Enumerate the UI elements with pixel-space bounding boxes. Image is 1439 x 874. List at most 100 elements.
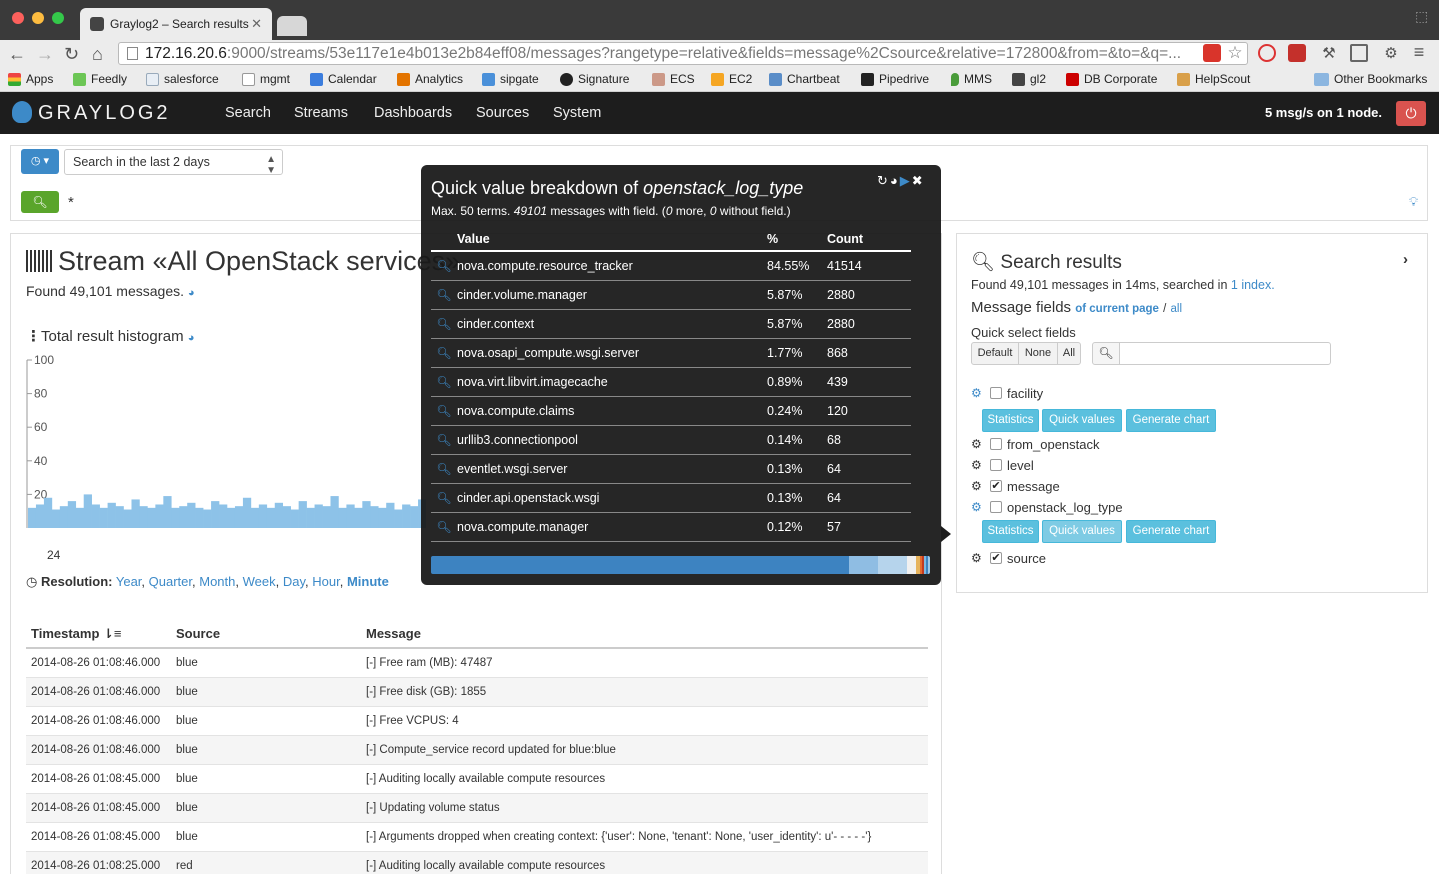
histogram-bar[interactable] bbox=[155, 504, 164, 528]
fields-all-link[interactable]: all bbox=[1171, 303, 1183, 315]
collapse-sidebar-chevron-icon[interactable]: › bbox=[1403, 251, 1408, 268]
histogram-bar[interactable] bbox=[234, 506, 244, 528]
field-message[interactable]: ⚙ ✔ message bbox=[971, 477, 1060, 495]
histogram-bar[interactable] bbox=[83, 494, 92, 528]
histogram-bar[interactable] bbox=[242, 497, 252, 528]
bookmark-ec2[interactable]: EC2 bbox=[711, 72, 752, 86]
histogram-bar[interactable] bbox=[378, 507, 387, 528]
close-window-button[interactable] bbox=[12, 12, 24, 24]
histogram-bar[interactable] bbox=[362, 501, 371, 528]
histogram-bar[interactable] bbox=[99, 507, 108, 528]
bookmark-pipedrive[interactable]: Pipedrive bbox=[861, 72, 929, 86]
histogram-bar[interactable] bbox=[386, 502, 395, 528]
table-row[interactable]: 2014-08-26 01:08:46.000 blue [-] Free disk… bbox=[26, 677, 928, 707]
star-bookmark-icon[interactable]: ☆ bbox=[1226, 44, 1244, 62]
histogram-bar[interactable] bbox=[51, 509, 61, 528]
flash-extension-icon[interactable] bbox=[1203, 44, 1221, 62]
back-arrow-icon[interactable]: ← bbox=[8, 44, 26, 64]
nav-dashboards[interactable]: Dashboards bbox=[374, 105, 452, 121]
search-value-icon[interactable]: 🔍︎ bbox=[431, 309, 457, 339]
quick-values-button[interactable]: Quick values bbox=[1042, 409, 1122, 432]
table-row[interactable]: 2014-08-26 01:08:45.000 blue [-] Arguments… bbox=[26, 822, 928, 852]
nav-sources[interactable]: Sources bbox=[476, 105, 529, 121]
relative-range-select[interactable]: Search in the last 2 days ▲ ▼ bbox=[64, 149, 283, 176]
search-value-icon[interactable]: 🔍︎ bbox=[431, 454, 457, 484]
logout-power-button[interactable]: ⏻ bbox=[1396, 101, 1426, 126]
table-row[interactable]: 2014-08-26 01:08:45.000 blue [-] Updating … bbox=[26, 793, 928, 823]
histogram-bar[interactable] bbox=[123, 509, 132, 528]
field-checkbox[interactable] bbox=[990, 438, 1002, 450]
dashboard-icon[interactable]: ◕ bbox=[890, 173, 900, 188]
resolution-hour[interactable]: Hour bbox=[312, 574, 339, 589]
sort-icon[interactable]: ⇂≡ bbox=[103, 626, 121, 641]
quick-value-bar-segment[interactable] bbox=[906, 556, 916, 574]
histogram-bar[interactable] bbox=[115, 506, 124, 528]
histogram-bar[interactable] bbox=[163, 496, 172, 528]
resolution-quarter[interactable]: Quarter bbox=[149, 574, 192, 589]
histogram-bar[interactable] bbox=[282, 506, 291, 528]
field-checkbox[interactable] bbox=[990, 459, 1002, 471]
gear-icon[interactable]: ⚙ bbox=[971, 458, 983, 472]
quick-value-bar-segment[interactable] bbox=[877, 556, 907, 574]
col-timestamp[interactable]: Timestamp ⇂≡ bbox=[26, 620, 171, 649]
text-extension-icon[interactable] bbox=[1288, 44, 1306, 62]
histogram-bar[interactable] bbox=[306, 507, 315, 528]
quick-value-bar-segment[interactable] bbox=[431, 556, 849, 574]
quick-value-row[interactable]: 🔍︎ cinder.context 5.87% 2880 bbox=[431, 309, 911, 339]
gear-icon[interactable]: ⚙ bbox=[971, 479, 983, 493]
bookmark-mms[interactable]: MMS bbox=[951, 72, 992, 86]
quick-value-row[interactable]: 🔍︎ nova.compute.resource_tracker 84.55% 415… bbox=[431, 251, 911, 281]
profile-icon[interactable]: ⬚ bbox=[1415, 8, 1431, 24]
fields-current-page-link[interactable]: of current page bbox=[1075, 303, 1159, 315]
field-filter-input[interactable] bbox=[1119, 342, 1331, 365]
browser-tab-active[interactable]: Graylog2 – Search results ✕ bbox=[80, 8, 272, 40]
histogram-bar[interactable] bbox=[258, 504, 268, 528]
generate-chart-button[interactable]: Generate chart bbox=[1126, 520, 1216, 543]
histogram-bar[interactable] bbox=[298, 501, 307, 528]
histogram-bar[interactable] bbox=[370, 506, 379, 528]
histogram-bar[interactable] bbox=[250, 507, 260, 528]
bookmark-db-corporate[interactable]: DB Corporate bbox=[1066, 72, 1157, 86]
forward-arrow-icon[interactable]: → bbox=[36, 44, 54, 64]
resolution-year[interactable]: Year bbox=[116, 574, 142, 589]
field-checkbox[interactable] bbox=[990, 501, 1002, 513]
histogram-bar[interactable] bbox=[330, 496, 339, 528]
histogram-bar[interactable] bbox=[75, 507, 85, 528]
nav-search[interactable]: Search bbox=[225, 105, 271, 121]
bookmark-feedly[interactable]: Feedly bbox=[73, 72, 127, 86]
resolution-month[interactable]: Month bbox=[199, 574, 235, 589]
field-checkbox[interactable]: ✔ bbox=[990, 480, 1002, 492]
quick-value-row[interactable]: 🔍︎ nova.compute.manager 0.12% 57 bbox=[431, 512, 911, 542]
quick-value-row[interactable]: 🔍︎ cinder.api.openstack.wsgi 0.13% 64 bbox=[431, 483, 911, 513]
search-value-icon[interactable]: 🔍︎ bbox=[431, 425, 457, 455]
histogram-bar[interactable] bbox=[187, 502, 196, 528]
table-row[interactable]: 2014-08-26 01:08:25.000 red [-] Auditing l… bbox=[26, 851, 928, 874]
bookmark-other[interactable]: Other Bookmarks bbox=[1314, 72, 1427, 86]
field-openstack_log_type[interactable]: ⚙ openstack_log_type bbox=[971, 498, 1123, 516]
bookmark-sipgate[interactable]: sipgate bbox=[482, 72, 539, 86]
search-value-icon[interactable]: 🔍︎ bbox=[431, 483, 457, 513]
tab-close-icon[interactable]: ✕ bbox=[251, 16, 262, 32]
resolution-week[interactable]: Week bbox=[243, 574, 276, 589]
bookmark-ecs[interactable]: ECS bbox=[652, 72, 695, 86]
histogram-bar[interactable] bbox=[28, 507, 37, 528]
histogram-bar[interactable] bbox=[43, 497, 53, 528]
new-tab-button[interactable] bbox=[277, 16, 307, 36]
col-message[interactable]: Message bbox=[361, 620, 928, 649]
histogram-bar[interactable] bbox=[346, 504, 355, 528]
quick-values-button[interactable]: Quick values bbox=[1042, 520, 1122, 543]
quick-value-bar-segment[interactable] bbox=[848, 556, 878, 574]
nav-system[interactable]: System bbox=[553, 105, 601, 121]
home-icon[interactable]: ⌂ bbox=[92, 44, 103, 64]
quick-value-row[interactable]: 🔍︎ cinder.volume.manager 5.87% 2880 bbox=[431, 280, 911, 310]
play-icon[interactable]: ▶ bbox=[900, 173, 912, 188]
bookmark-calendar[interactable]: Calendar bbox=[310, 72, 377, 86]
gear-icon[interactable]: ⚙ bbox=[971, 500, 983, 514]
dashboard-gauge-icon[interactable]: ◕ bbox=[188, 332, 195, 344]
histogram-bar[interactable] bbox=[219, 504, 228, 528]
index-link[interactable]: 1 index. bbox=[1231, 278, 1275, 292]
quick-value-row[interactable]: 🔍︎ nova.osapi_compute.wsgi.server 1.77% 868 bbox=[431, 338, 911, 368]
field-level[interactable]: ⚙ level bbox=[971, 456, 1034, 474]
puzzle-extension-icon[interactable]: ⚙ bbox=[1382, 44, 1400, 62]
histogram-bar[interactable] bbox=[338, 507, 347, 528]
